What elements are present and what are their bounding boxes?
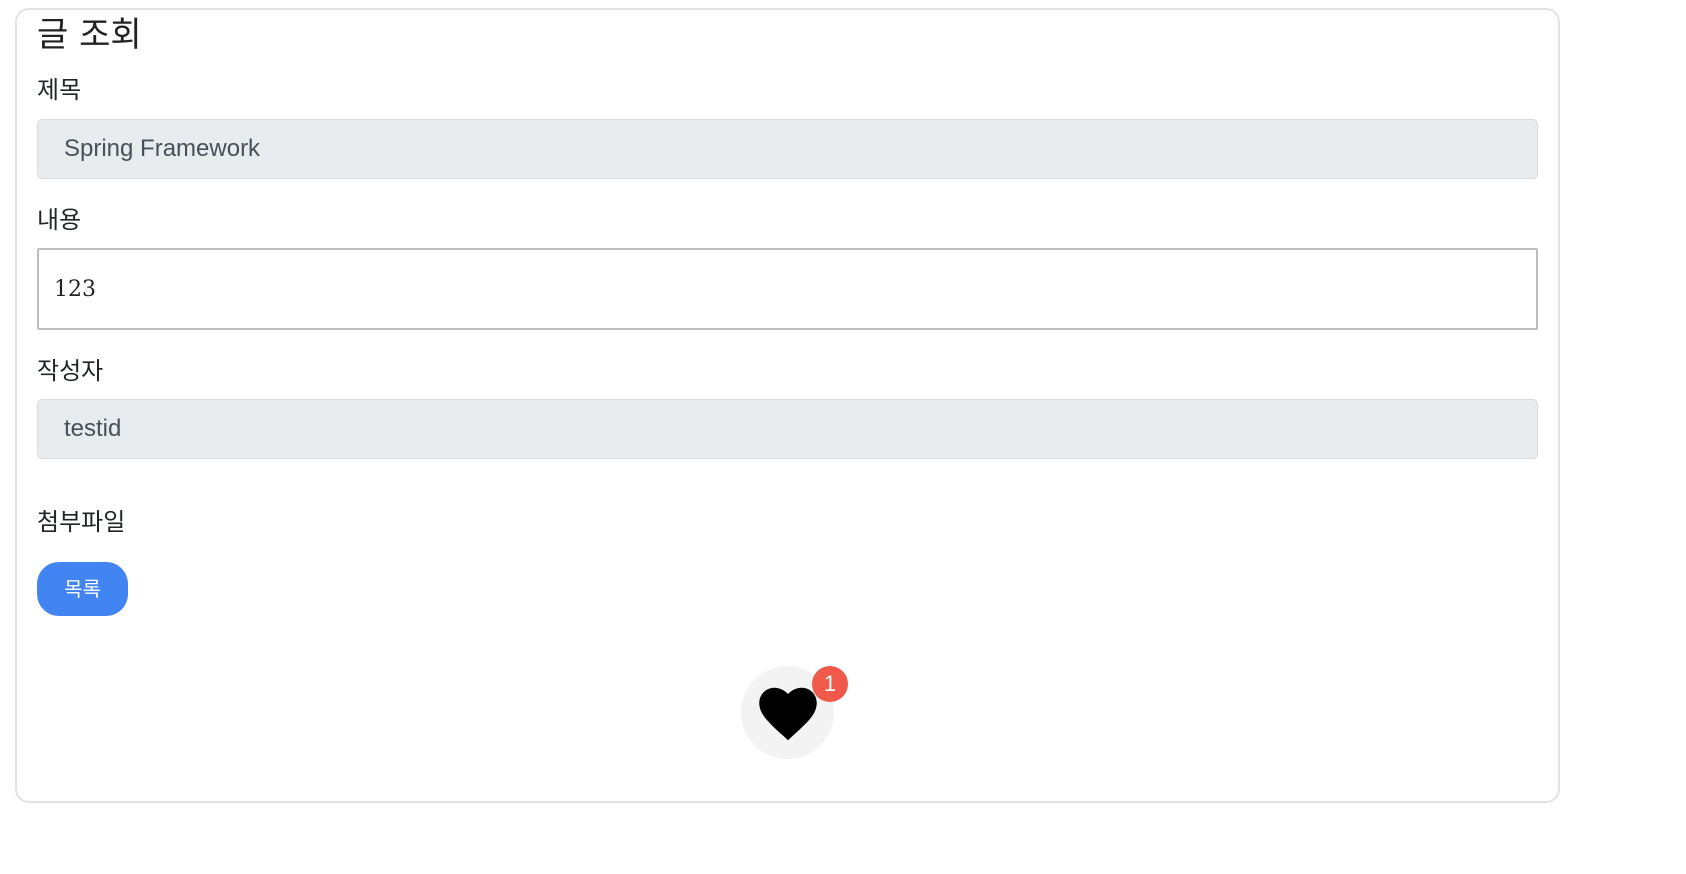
writer-field[interactable]: testid — [37, 399, 1538, 459]
subject-label: 제목 — [37, 76, 82, 104]
like-count-badge: 1 — [812, 666, 848, 702]
heart-icon — [759, 687, 817, 741]
subject-field[interactable]: Spring Framework — [37, 119, 1538, 179]
list-button[interactable]: 목록 — [37, 562, 128, 616]
attachment-label: 첨부파일 — [37, 508, 126, 536]
content-field[interactable]: 123 — [37, 248, 1538, 330]
content-label: 내용 — [37, 206, 82, 234]
writer-label: 작성자 — [37, 357, 104, 385]
page-title: 글 조회 — [37, 15, 142, 55]
